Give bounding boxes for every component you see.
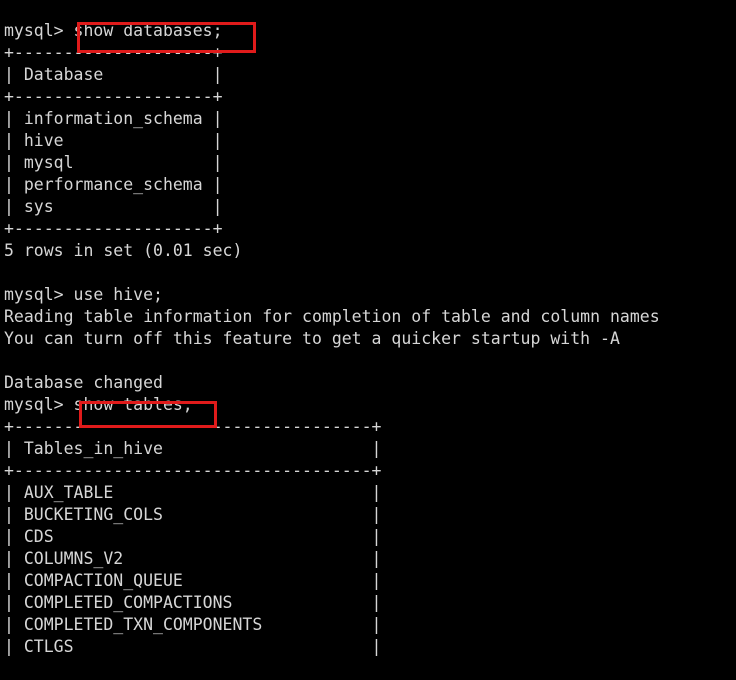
terminal-line-db-status: 5 rows in set (0.01 sec) — [4, 241, 243, 260]
terminal-line-db-row-mysql: | mysql | — [4, 153, 223, 172]
terminal-window[interactable]: mysql> show databases; +----------------… — [0, 0, 736, 680]
terminal-line-tbl-row-completed-txn-components: | COMPLETED_TXN_COMPONENTS | — [4, 615, 382, 634]
terminal-screen[interactable]: mysql> show databases; +----------------… — [0, 0, 736, 658]
terminal-line-message-reading-table-info: Reading table information for completion… — [4, 307, 660, 326]
terminal-line-tbl-row-ctlgs: | CTLGS | — [4, 637, 382, 656]
terminal-line-tbl-row-compaction-queue: | COMPACTION_QUEUE | — [4, 571, 382, 590]
terminal-line-prompt-use-hive: mysql> use hive; — [4, 285, 163, 304]
terminal-line-db-border-top: +--------------------+ — [4, 43, 223, 62]
terminal-line-tbl-row-completed-compactions: | COMPLETED_COMPACTIONS | — [4, 593, 382, 612]
terminal-line-db-row-performance-schema: | performance_schema | — [4, 175, 223, 194]
terminal-line-tbl-row-bucketing-cols: | BUCKETING_COLS | — [4, 505, 382, 524]
terminal-line-message-turn-off-feature: You can turn off this feature to get a q… — [4, 329, 620, 348]
terminal-line-blank-1 — [4, 262, 736, 284]
terminal-line-db-border-mid: +--------------------+ — [4, 87, 223, 106]
terminal-line-blank-2 — [4, 350, 736, 372]
terminal-line-tbl-border-top: +------------------------------------+ — [4, 417, 382, 436]
terminal-line-prompt-show-tables: mysql> show tables; — [4, 395, 193, 414]
terminal-line-tbl-row-aux-table: | AUX_TABLE | — [4, 483, 382, 502]
terminal-line-db-row-information-schema: | information_schema | — [4, 109, 223, 128]
terminal-line-tbl-border-mid: +------------------------------------+ — [4, 461, 382, 480]
terminal-line-tbl-row-cds: | CDS | — [4, 527, 382, 546]
terminal-line-tbl-header: | Tables_in_hive | — [4, 439, 382, 458]
terminal-line-db-row-hive: | hive | — [4, 131, 223, 150]
terminal-line-prompt-show-databases: mysql> show databases; — [4, 21, 223, 40]
terminal-line-tbl-row-columns-v2: | COLUMNS_V2 | — [4, 549, 382, 568]
terminal-line-db-row-sys: | sys | — [4, 197, 223, 216]
terminal-line-db-header: | Database | — [4, 65, 223, 84]
terminal-line-db-border-bottom: +--------------------+ — [4, 219, 223, 238]
terminal-line-message-database-changed: Database changed — [4, 373, 163, 392]
